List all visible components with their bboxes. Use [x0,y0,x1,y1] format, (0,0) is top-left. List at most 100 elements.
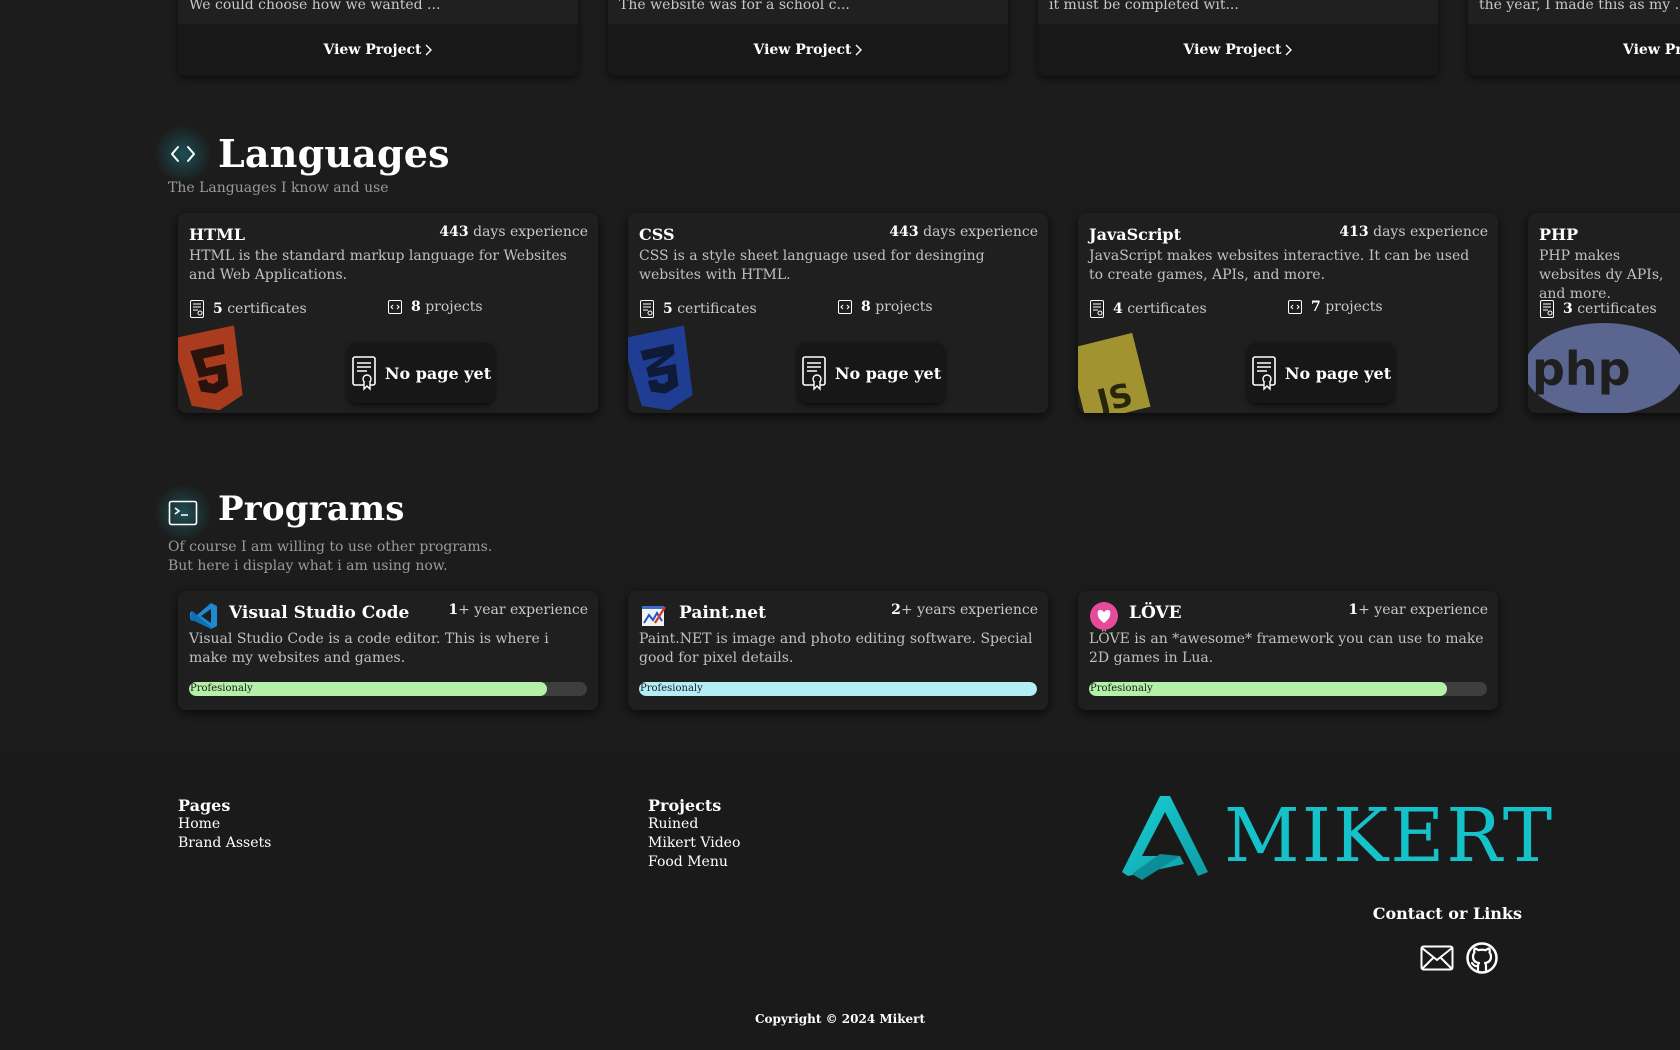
languages-title: Languages [218,131,450,176]
program-card-vscode: Visual Studio Code 1+ year experience Vi… [178,591,598,710]
view-project-button[interactable]: View Project [1184,42,1293,58]
no-page-label: No page yet [1284,363,1392,383]
chevron-right-icon [1285,44,1293,56]
programs-subtitle: Of course I am willing to use other prog… [168,539,493,574]
footer-pages-heading: Pages [178,796,231,815]
page: We could choose how we wanted ... View P… [0,0,1680,1050]
project-card: The website was for a school c... View P… [608,0,1008,76]
no-page-label: No page yet [834,363,942,383]
program-experience: 2+ years experience [891,602,1038,618]
certificates-stat: 5 certificates [189,299,307,319]
copyright: Copyright © 2024 Mikert [754,1012,926,1026]
certificate-icon [640,300,654,318]
project-desc: We could choose how we wanted ... [189,0,441,13]
certificate-icon [802,356,826,391]
projects-stat: 8 projects [837,299,933,315]
certificate-icon [1252,356,1276,391]
footer-link-ruined[interactable]: Ruined [648,815,740,834]
programs-title: Programs [218,489,405,529]
view-project-label: View Project [323,42,422,58]
program-name: Visual Studio Code [229,603,410,623]
certificate-icon [1540,300,1554,318]
language-name: JavaScript [1089,225,1181,244]
vscode-icon [190,603,217,629]
project-desc: it must be completed wit... [1049,0,1239,13]
program-desc: Paint.NET is image and photo editing sof… [639,631,1033,666]
view-project-label: View Proj [1623,42,1680,58]
view-project-label: View Project [1183,42,1282,58]
view-project-button[interactable]: View Project [324,42,433,58]
code-file-icon [838,300,852,314]
footer-link-home[interactable]: Home [178,815,271,834]
love-heart-icon [1090,602,1118,630]
footer-projects-heading: Projects [648,796,722,815]
code-brackets-icon [154,125,212,183]
paintnet-icon [642,606,666,626]
project-card: the year, I made this as my ... View Pro… [1468,0,1680,76]
program-name: LÖVE [1129,603,1182,623]
language-card-css: CSS 443 days experience CSS is a style s… [628,213,1048,413]
github-icon[interactable] [1466,942,1498,974]
brand-logo[interactable]: MIKERT [1120,792,1554,880]
contact-heading: Contact or Links [1372,904,1522,923]
language-name: CSS [639,225,675,244]
language-card-javascript: JavaScript 413 days experience JavaScrip… [1078,213,1498,413]
certificate-icon [352,356,376,391]
projects-stat: 8 projects [387,299,483,315]
language-card-html: HTML 443 days experience HTML is the sta… [178,213,598,413]
footer: Pages Home Brand Assets Projects Ruined … [0,752,1680,1050]
skill-level-label: Profesionaly [190,683,253,694]
mail-icon[interactable] [1420,945,1454,971]
language-experience: 443 days experience [889,224,1038,240]
language-experience: 413 days experience [1339,224,1488,240]
skill-level-label: Profesionaly [640,683,703,694]
skill-level-label: Profesionaly [1090,683,1153,694]
terminal-icon [154,484,212,542]
footer-pages: Pages Home Brand Assets [178,796,271,853]
language-desc: HTML is the standard markup language for… [189,248,567,283]
footer-link-mikert-video[interactable]: Mikert Video [648,834,740,853]
languages-subtitle: The Languages I know and use [168,180,389,196]
certificate-icon [1090,300,1104,318]
no-page-button[interactable]: No page yet [348,343,494,403]
language-desc: JavaScript makes websites interactive. I… [1089,248,1470,283]
chevron-right-icon [855,44,863,56]
view-project-label: View Project [753,42,852,58]
php-logo: php [1528,323,1680,413]
footer-link-brand-assets[interactable]: Brand Assets [178,834,271,853]
language-desc: PHP makes websites dy APIs, and more. [1539,248,1664,302]
code-file-icon [1288,300,1302,314]
no-page-button[interactable]: No page yet [1248,343,1394,403]
footer-projects: Projects Ruined Mikert Video Food Menu [648,796,740,872]
program-desc: Visual Studio Code is a code editor. Thi… [189,631,549,666]
no-page-button[interactable]: No page yet [798,343,944,403]
skill-bar: Profesionaly [189,682,587,696]
program-experience: 1+ year experience [448,602,588,618]
brand-name: MIKERT [1224,793,1555,879]
language-name: PHP [1539,225,1579,244]
language-experience: 443 days experience [439,224,588,240]
skill-bar: Profesionaly [1089,682,1487,696]
program-desc: LÖVE is an *awesome* framework you can u… [1089,631,1484,666]
no-page-label: No page yet [384,363,492,383]
language-desc: CSS is a style sheet language used for d… [639,248,985,283]
certificates-stat: 4 certificates [1089,299,1207,319]
mikert-logo-icon [1122,796,1208,880]
footer-link-food-menu[interactable]: Food Menu [648,853,740,872]
certificates-stat: 3 certificates [1539,299,1657,319]
project-card: it must be completed wit... View Project [1038,0,1438,76]
code-file-icon [388,300,402,314]
language-name: HTML [189,225,245,244]
view-project-button[interactable]: View Project [754,42,863,58]
view-project-button[interactable]: View Proj [1623,42,1680,58]
skill-bar: Profesionaly [639,682,1037,696]
chevron-right-icon [425,44,433,56]
certificates-stat: 5 certificates [639,299,757,319]
project-card: We could choose how we wanted ... View P… [178,0,578,76]
program-name: Paint.net [679,603,766,623]
html5-logo [178,325,243,411]
contact-links [1420,942,1498,974]
certificate-icon [190,300,204,318]
js-logo: JS [1078,332,1151,413]
project-desc: the year, I made this as my ... [1479,0,1680,13]
